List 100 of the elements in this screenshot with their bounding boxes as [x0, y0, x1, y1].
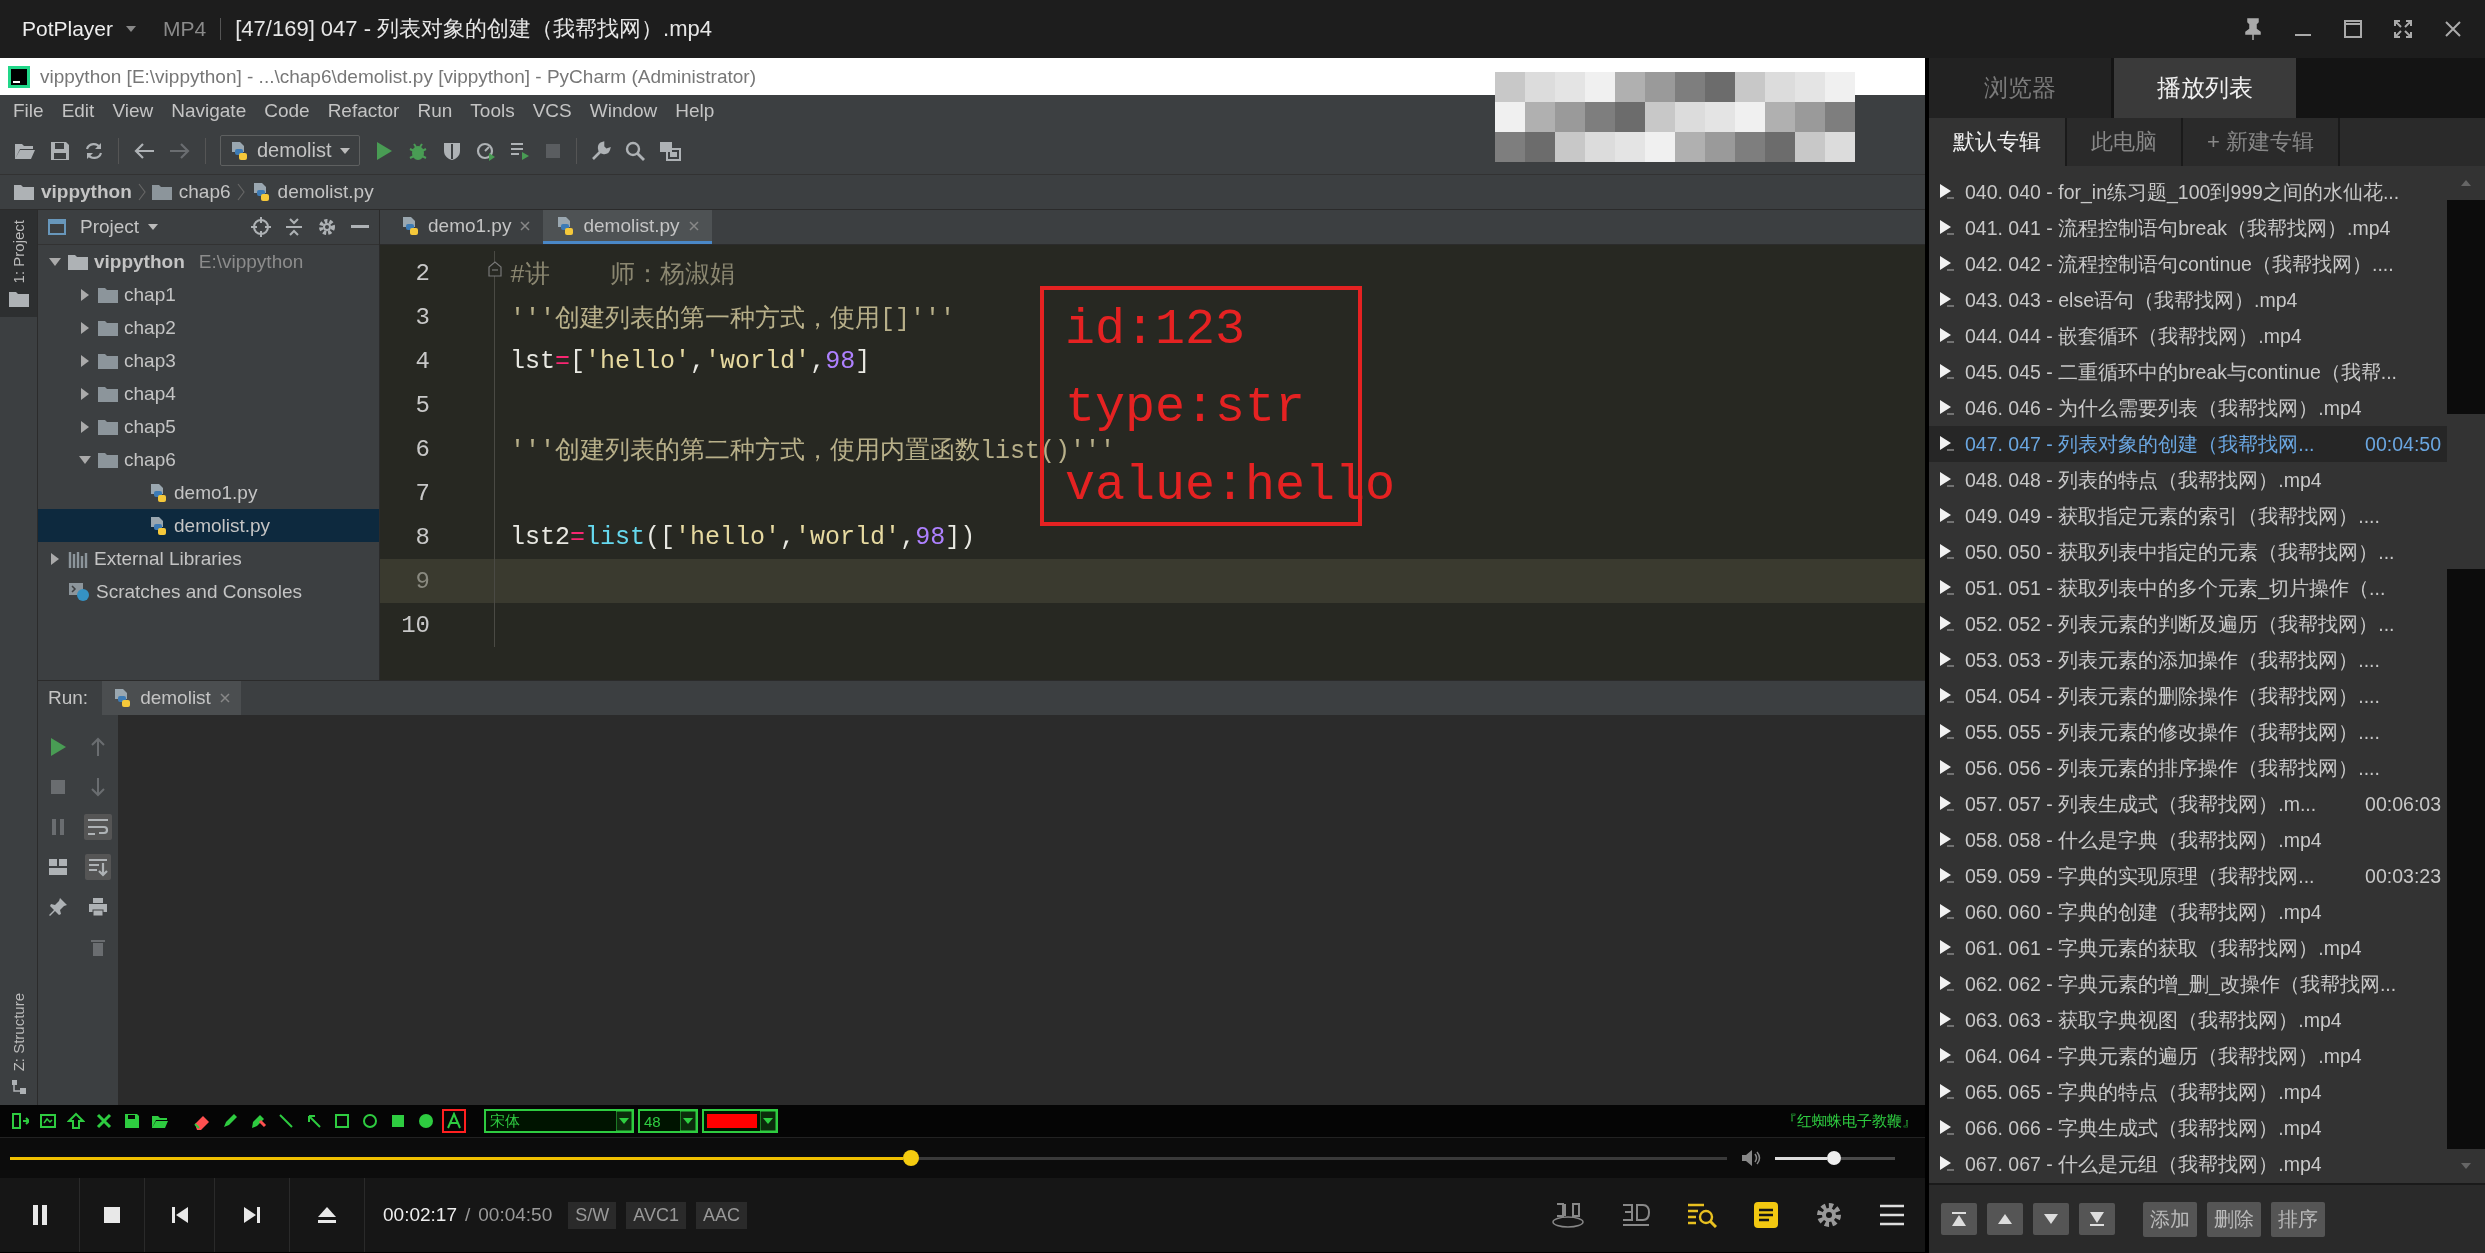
pin-icon[interactable]	[2243, 18, 2263, 40]
sync-icon[interactable]	[84, 140, 104, 161]
playlist-item[interactable]: 059. 059 - 字典的实现原理（我帮找网... 00:03:23	[1929, 858, 2447, 894]
eject-icon[interactable]	[317, 1206, 337, 1224]
dropdown-arrow-icon[interactable]	[616, 1111, 632, 1131]
move-up-button[interactable]	[1987, 1203, 2023, 1235]
tree-item[interactable]: chap4	[38, 377, 379, 410]
seek-progress[interactable]	[10, 1156, 903, 1160]
playlist-search-icon[interactable]	[1687, 1202, 1717, 1228]
tree-item[interactable]: demolist.py	[38, 509, 379, 542]
previous-icon[interactable]	[170, 1206, 189, 1224]
rerun-icon[interactable]	[49, 737, 67, 757]
tree-item[interactable]: vippython E:\vippython	[38, 245, 379, 278]
playlist-item[interactable]: 066. 066 - 字典生成式（我帮找网）.mp4	[1929, 1110, 2447, 1146]
dropdown-arrow-icon[interactable]	[680, 1111, 696, 1131]
playlist-item[interactable]: 062. 062 - 字典元素的增_删_改操作（我帮找网...	[1929, 966, 2447, 1002]
album-tab[interactable]: 默认专辑	[1929, 118, 2067, 166]
tool-window-tab[interactable]: 1: Project	[0, 210, 37, 318]
subtitle-icon[interactable]	[1753, 1201, 1779, 1229]
menu-item[interactable]: Help	[666, 100, 724, 122]
back-arrow-icon[interactable]	[133, 141, 155, 160]
move-to-top-button[interactable]	[1941, 1203, 1977, 1235]
volume-icon[interactable]	[1741, 1149, 1761, 1167]
print-icon[interactable]	[88, 897, 108, 917]
playlist-button[interactable]: 添加	[2143, 1201, 2197, 1237]
menu-item[interactable]: View	[103, 100, 163, 122]
gauge-icon[interactable]	[476, 140, 497, 161]
playlist-item[interactable]: 042. 042 - 流程控制语句continue（我帮找网）....	[1929, 246, 2447, 282]
close-icon[interactable]	[2443, 19, 2463, 39]
move-down-button[interactable]	[2033, 1203, 2069, 1235]
minimize-icon[interactable]	[351, 225, 369, 229]
tree-item[interactable]: chap3	[38, 344, 379, 377]
breadcrumb-item[interactable]: demolist.py	[250, 181, 374, 203]
close-icon[interactable]	[519, 219, 532, 232]
playlist-button[interactable]: 排序	[2271, 1201, 2325, 1237]
playlist-item[interactable]: 067. 067 - 什么是元组（我帮找网）.mp4	[1929, 1146, 2447, 1182]
font-select[interactable]: 宋体	[484, 1109, 634, 1133]
editor-tab[interactable]: demo1.py	[388, 210, 544, 244]
playlist-item[interactable]: 049. 049 - 获取指定元素的索引（我帮找网）....	[1929, 498, 2447, 534]
fold-icon[interactable]	[488, 261, 502, 277]
list-run-icon[interactable]	[510, 140, 531, 161]
shield-icon[interactable]	[442, 140, 463, 161]
size-select[interactable]: 48	[638, 1109, 698, 1133]
playlist-item[interactable]: 047. 047 - 列表对象的创建（我帮找网... 00:04:50	[1929, 426, 2447, 462]
menu-item[interactable]: Code	[255, 100, 319, 122]
fullscreen-icon[interactable]	[2393, 19, 2413, 39]
menu-icon[interactable]	[1879, 1204, 1905, 1226]
playlist-item[interactable]: 063. 063 - 获取字典视图（我帮找网）.mp4	[1929, 1002, 2447, 1038]
settings-icon[interactable]	[1815, 1201, 1843, 1229]
playlist-item[interactable]: 060. 060 - 字典的创建（我帮找网）.mp4	[1929, 894, 2447, 930]
playlist-item[interactable]: 046. 046 - 为什么需要列表（我帮找网）.mp4	[1929, 390, 2447, 426]
menu-item[interactable]: Window	[580, 100, 667, 122]
move-to-bottom-icon[interactable]	[2088, 1211, 2106, 1227]
menu-item[interactable]: VCS	[523, 100, 581, 122]
settings-icon[interactable]	[317, 217, 337, 237]
playlist-item[interactable]: 057. 057 - 列表生成式（我帮找网）.m... 00:06:03	[1929, 786, 2447, 822]
tree-item[interactable]: External Libraries	[38, 542, 379, 575]
playlist-item[interactable]: 048. 048 - 列表的特点（我帮找网）.mp4	[1929, 462, 2447, 498]
playlist-item[interactable]: 065. 065 - 字典的特点（我帮找网）.mp4	[1929, 1074, 2447, 1110]
volume-thumb[interactable]	[1826, 1151, 1841, 1165]
collapse-all-icon[interactable]	[285, 217, 303, 237]
playlist-item[interactable]: 040. 040 - for_in练习题_100到999之间的水仙花...	[1929, 174, 2447, 210]
app-name[interactable]: PotPlayer	[22, 17, 114, 41]
search-icon[interactable]	[625, 140, 646, 161]
layout-icon[interactable]	[48, 858, 68, 876]
tree-item[interactable]: demo1.py	[38, 476, 379, 509]
maximize-icon[interactable]	[2343, 19, 2363, 39]
menu-item[interactable]: Refactor	[318, 100, 409, 122]
move-to-top-icon[interactable]	[1950, 1211, 1968, 1227]
tree-item[interactable]: chap1	[38, 278, 379, 311]
menu-item[interactable]: Navigate	[162, 100, 256, 122]
wrench-icon[interactable]	[591, 140, 612, 161]
color-select[interactable]	[702, 1109, 778, 1133]
editor-tab[interactable]: demolist.py	[543, 210, 712, 244]
playlist-item[interactable]: 064. 064 - 字典元素的遍历（我帮找网）.mp4	[1929, 1038, 2447, 1074]
playlist-item[interactable]: 058. 058 - 什么是字典（我帮找网）.mp4	[1929, 822, 2447, 858]
menu-item[interactable]: Edit	[52, 100, 104, 122]
soft-wrap-icon[interactable]	[87, 817, 109, 837]
breadcrumb-item[interactable]: vippython	[14, 181, 132, 203]
pin-icon[interactable]	[48, 897, 68, 917]
panel-tab[interactable]: 播放列表	[2114, 58, 2296, 118]
tree-item[interactable]: chap2	[38, 311, 379, 344]
playlist-item[interactable]: 054. 054 - 列表元素的删除操作（我帮找网）....	[1929, 678, 2447, 714]
view-dropdown[interactable]: Project	[80, 216, 160, 238]
playlist-item[interactable]: 041. 041 - 流程控制语句break（我帮找网）.mp4	[1929, 210, 2447, 246]
seek-track[interactable]	[10, 1156, 1727, 1160]
window-layout-icon[interactable]	[659, 140, 682, 161]
tree-item[interactable]: chap5	[38, 410, 379, 443]
playlist-item[interactable]: 055. 055 - 列表元素的修改操作（我帮找网）....	[1929, 714, 2447, 750]
playlist-item[interactable]: 061. 061 - 字典元素的获取（我帮找网）.mp4	[1929, 930, 2447, 966]
pause-icon[interactable]	[30, 1204, 49, 1226]
next-icon[interactable]	[243, 1206, 261, 1224]
playlist-item[interactable]: 052. 052 - 列表元素的判断及遍历（我帮找网）...	[1929, 606, 2447, 642]
playlist-button[interactable]: 删除	[2207, 1201, 2261, 1237]
scrollbar-thumb[interactable]	[2447, 414, 2485, 569]
seek-thumb[interactable]	[902, 1150, 919, 1166]
dropdown-arrow-icon[interactable]	[760, 1111, 776, 1131]
playlist-item[interactable]: 056. 056 - 列表元素的排序操作（我帮找网）....	[1929, 750, 2447, 786]
volume-track[interactable]	[1775, 1156, 1895, 1160]
crosshair-icon[interactable]	[251, 217, 271, 237]
